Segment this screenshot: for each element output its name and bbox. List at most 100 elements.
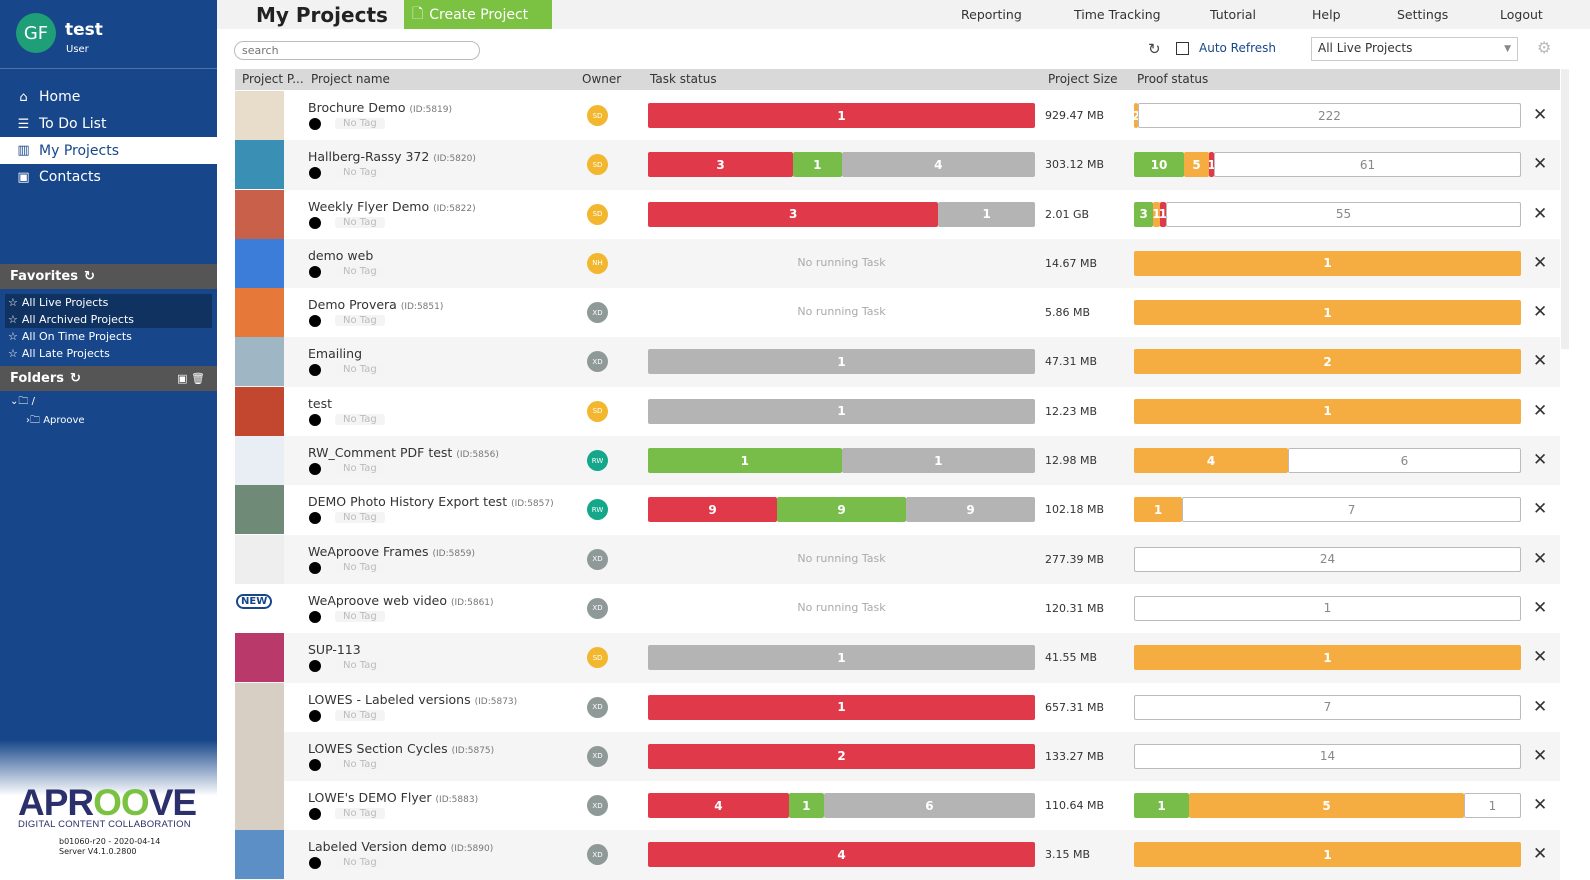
close-icon[interactable]: ✕ (1533, 154, 1547, 174)
task-segment-gray[interactable]: 1 (648, 349, 1035, 375)
proof-status-bar[interactable]: 7 (1134, 694, 1521, 720)
proof-segment-none[interactable]: 7 (1182, 497, 1521, 523)
tag-badge[interactable]: No Tag (335, 118, 385, 129)
tag-badge[interactable]: No Tag (335, 413, 385, 425)
task-segment-gray[interactable]: 9 (906, 497, 1035, 523)
col-proof[interactable]: Proof status (1137, 72, 1208, 86)
col-owner[interactable]: Owner (582, 72, 621, 86)
proof-segment-orange[interactable]: 1 (1134, 645, 1521, 671)
project-thumbnail[interactable] (235, 781, 284, 831)
sidebar-item-home[interactable]: ⌂ Home (0, 84, 217, 111)
trash-icon[interactable]: 🗑 (191, 372, 205, 385)
task-status-bar[interactable]: 1 (648, 103, 1035, 128)
tag-badge[interactable]: No Tag (335, 758, 385, 770)
proof-segment-orange[interactable]: 1 (1134, 250, 1521, 276)
project-name[interactable]: Labeled Version demo (ID:5890) (308, 839, 493, 854)
table-row[interactable]: LOWES - Labeled versions (ID:5873) No Tag… (235, 682, 1560, 732)
project-name[interactable]: LOWE's DEMO Flyer (ID:5883) (308, 790, 478, 805)
project-thumbnail[interactable] (235, 534, 284, 584)
close-icon[interactable]: ✕ (1533, 302, 1547, 322)
menu-settings[interactable]: Settings (1397, 7, 1448, 22)
close-icon[interactable]: ✕ (1533, 697, 1547, 717)
menu-logout[interactable]: Logout (1500, 7, 1543, 22)
tag-badge[interactable]: No Tag (335, 808, 385, 820)
create-project-button[interactable]: 🗋 Create Project (404, 0, 552, 29)
proof-segment-orange[interactable]: 1 (1134, 497, 1183, 523)
table-row[interactable]: LOWE's DEMO Flyer (ID:5883) No Tag XD 4 1 6 11… (235, 781, 1560, 831)
tag-badge[interactable]: No Tag (335, 857, 385, 869)
proof-segment-orange[interactable]: 4 (1134, 448, 1288, 474)
task-segment-gray[interactable]: 1 (648, 645, 1035, 671)
task-status-bar[interactable]: 31 (648, 201, 1035, 227)
scrollbar[interactable] (1561, 69, 1569, 349)
proof-segment-none[interactable]: 1 (1464, 793, 1521, 819)
tag-badge[interactable]: No Tag (335, 610, 385, 622)
tag-badge[interactable]: No Tag (335, 660, 385, 672)
col-task[interactable]: Task status (650, 72, 717, 86)
project-name[interactable]: LOWES Section Cycles (ID:5875) (308, 741, 494, 756)
favorite-item[interactable]: ☆ All Late Projects (0, 345, 217, 362)
close-icon[interactable]: ✕ (1533, 401, 1547, 421)
task-segment-gray[interactable]: 1 (648, 398, 1035, 424)
project-thumbnail[interactable] (235, 238, 284, 288)
task-segment-red[interactable]: 4 (648, 842, 1035, 868)
task-segment-green[interactable]: 1 (793, 152, 842, 178)
proof-status-bar[interactable]: 17 (1134, 497, 1521, 523)
proof-status-bar[interactable]: 1 (1134, 250, 1521, 276)
task-segment-red[interactable]: 1 (648, 694, 1035, 720)
task-segment-gray[interactable]: 1 (938, 201, 1035, 227)
task-status-bar[interactable]: 999 (648, 497, 1035, 523)
auto-refresh-label[interactable]: Auto Refresh (1199, 41, 1276, 55)
tag-badge[interactable]: No Tag (335, 315, 385, 327)
proof-status-bar[interactable]: 151 (1134, 793, 1521, 819)
task-status-bar[interactable]: 1 (648, 694, 1035, 720)
task-segment-red[interactable]: 2 (648, 743, 1035, 769)
proof-segment-none[interactable]: 222 (1138, 103, 1521, 128)
project-name[interactable]: test (308, 396, 332, 411)
task-segment-red[interactable]: 4 (648, 793, 789, 819)
proof-status-bar[interactable]: 1 (1134, 398, 1521, 424)
proof-status-bar[interactable]: 46 (1134, 448, 1521, 474)
proof-status-bar[interactable]: 24 (1134, 546, 1521, 572)
project-name[interactable]: Brochure Demo (ID:5819) (308, 100, 452, 115)
task-segment-green[interactable]: 9 (777, 497, 906, 523)
table-row[interactable]: Hallberg-Rassy 372 (ID:5820) No Tag SD 3 1 4 3… (235, 140, 1560, 190)
project-name[interactable]: SUP-113 (308, 642, 361, 657)
close-icon[interactable]: ✕ (1533, 105, 1547, 125)
tag-badge[interactable]: No Tag (335, 512, 385, 524)
close-icon[interactable]: ✕ (1533, 351, 1547, 371)
search-input[interactable] (234, 41, 480, 60)
project-name[interactable]: DEMO Photo History Export test (ID:5857) (308, 494, 554, 509)
proof-status-bar[interactable]: 10 5 1 61 (1134, 152, 1521, 178)
proof-segment-green[interactable]: 3 (1134, 201, 1154, 227)
close-icon[interactable]: ✕ (1533, 598, 1547, 618)
menu-time-tracking[interactable]: Time Tracking (1074, 7, 1161, 22)
proof-segment-orange[interactable]: 1 (1134, 842, 1521, 868)
project-thumbnail[interactable] (235, 288, 284, 338)
project-name[interactable]: Emailing (308, 346, 362, 361)
table-row[interactable]: Weekly Flyer Demo (ID:5822) No Tag SD 3 1 2.0… (235, 189, 1560, 239)
task-status-bar[interactable]: 2 (648, 743, 1035, 769)
project-thumbnail[interactable] (235, 485, 284, 535)
table-row[interactable]: WeAproove Frames (ID:5859) No Tag XD No run… (235, 534, 1560, 584)
proof-status-bar[interactable]: 1 (1134, 645, 1521, 671)
table-row[interactable]: Emailing No Tag XD 1 47.31 MB 2 ✕ (235, 337, 1560, 387)
proof-status-bar[interactable]: 1 (1134, 595, 1521, 621)
favorite-item[interactable]: ☆ All Archived Projects (5, 311, 212, 328)
task-segment-red[interactable]: 3 (648, 201, 939, 227)
project-name[interactable]: LOWES - Labeled versions (ID:5873) (308, 692, 517, 707)
proof-segment-orange[interactable]: 1 (1153, 201, 1160, 227)
project-thumbnail[interactable] (235, 140, 284, 190)
task-segment-gray[interactable]: 4 (841, 152, 1035, 178)
table-row[interactable]: demo web No Tag NH No running Task 14.67 MB… (235, 238, 1560, 289)
task-segment-red[interactable]: 9 (648, 497, 777, 523)
project-name[interactable]: Hallberg-Rassy 372 (ID:5820) (308, 149, 476, 164)
sidebar-item-contacts[interactable]: ▣ Contacts (0, 164, 217, 191)
proof-status-bar[interactable]: 1 (1134, 842, 1521, 868)
project-filter-select[interactable]: All Live Projects ▼ (1311, 37, 1518, 61)
task-segment-green[interactable]: 1 (788, 793, 824, 819)
proof-segment-none[interactable]: 24 (1134, 546, 1521, 572)
project-thumbnail[interactable] (235, 189, 284, 239)
project-thumbnail[interactable] (235, 830, 284, 880)
sidebar-item-my-projects[interactable]: ▥ My Projects (0, 137, 217, 165)
